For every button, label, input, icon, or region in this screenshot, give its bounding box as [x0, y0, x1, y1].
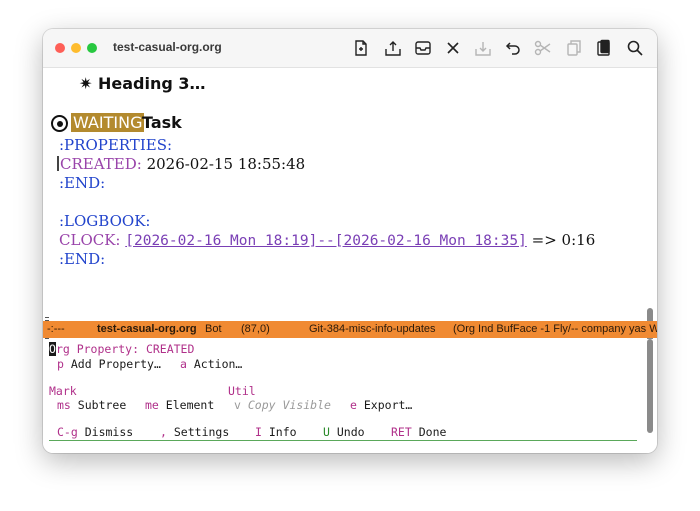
inbox-tray-icon[interactable] — [414, 39, 432, 57]
clock-line[interactable]: CLOCK: [2026-02-16 Mon 18:19]--[2026-02-… — [59, 231, 595, 249]
logbook-drawer-start: :LOGBOOK: — [59, 212, 151, 230]
menu-item-export[interactable]: e Export… — [350, 398, 412, 412]
group-util-heading: Util — [228, 384, 256, 398]
download-icon — [474, 39, 492, 57]
property-key: CREATED: — [60, 155, 142, 173]
paste-icon[interactable] — [595, 39, 613, 57]
heading-3[interactable]: ✷ Heading 3… — [79, 74, 206, 93]
modeline-modes[interactable]: (Org Ind BufFace -1 Fly/-- company yas W — [453, 323, 657, 335]
modeline-state: -:--- — [47, 323, 65, 335]
menu-item-mark-subtree[interactable]: ms Subtree — [57, 398, 126, 412]
clock-arrow: => — [531, 231, 557, 249]
menu-item-action[interactable]: a Action… — [180, 357, 242, 371]
mode-line: -:--- test-casual-org.org Bot (87,0) Git… — [43, 321, 657, 338]
menu-item-settings[interactable]: , Settings — [160, 425, 229, 439]
task-title: Task — [142, 113, 182, 132]
clock-duration: 0:16 — [561, 231, 596, 249]
menu-item-copy-visible: v Copy Visible — [234, 398, 331, 412]
property-created-line[interactable]: CREATED: 2026-02-15 18:55:48 — [57, 155, 305, 173]
close-window-button[interactable] — [55, 43, 65, 53]
minimize-window-button[interactable] — [71, 43, 81, 53]
emacs-window: test-casual-org.org ✷ Heading 3… WAITING… — [43, 29, 657, 453]
text-cursor — [57, 156, 59, 171]
close-icon[interactable] — [444, 39, 462, 57]
menu-item-mark-element[interactable]: me Element — [145, 398, 214, 412]
search-icon[interactable] — [626, 39, 644, 57]
modeline-vc-branch[interactable]: Git-384-misc-info-updates — [309, 323, 436, 335]
menu-item-done[interactable]: RET Done — [391, 425, 446, 439]
menu-bottom-rule — [49, 440, 637, 441]
group-mark-heading: Mark — [49, 384, 77, 398]
clock-key: CLOCK: — [59, 231, 121, 249]
menu-item-add-property[interactable]: p Add Property… — [57, 357, 161, 371]
menu-item-undo[interactable]: U Undo — [323, 425, 365, 439]
menu-header: Org Property: CREATED — [49, 342, 195, 356]
window-title: test-casual-org.org — [113, 40, 222, 54]
modeline-buffer-name[interactable]: test-casual-org.org — [97, 323, 197, 335]
properties-drawer-start: :PROPERTIES: — [59, 136, 173, 154]
new-file-icon[interactable] — [352, 39, 370, 57]
copy-icon — [565, 39, 583, 57]
modeline-position: Bot — [205, 323, 222, 335]
todo-keyword[interactable]: WAITING — [71, 113, 145, 132]
property-value: 2026-02-15 18:55:48 — [146, 155, 306, 173]
radio-bullet-icon — [51, 115, 68, 132]
zoom-window-button[interactable] — [87, 43, 97, 53]
properties-drawer-end: :END: — [59, 174, 106, 192]
casual-menu: Org Property: CREATED p Add Property… a … — [43, 339, 657, 453]
modeline-line-col: (87,0) — [241, 323, 270, 335]
menu-item-dismiss[interactable]: C-g Dismiss — [57, 425, 133, 439]
title-bar: test-casual-org.org — [43, 29, 657, 68]
undo-icon[interactable] — [504, 39, 522, 57]
menu-cursor: O — [49, 342, 56, 356]
scissors-icon — [534, 39, 552, 57]
menu-scrollbar[interactable] — [647, 339, 653, 433]
editor-buffer[interactable]: ✷ Heading 3… WAITING Task :PROPERTIES: C… — [43, 68, 657, 360]
clock-timestamp-link[interactable]: [2026-02-16 Mon 18:19]--[2026-02-16 Mon … — [125, 233, 527, 249]
upload-icon[interactable] — [384, 39, 402, 57]
menu-item-info[interactable]: I Info — [255, 425, 297, 439]
logbook-drawer-end: :END: — [59, 250, 106, 268]
